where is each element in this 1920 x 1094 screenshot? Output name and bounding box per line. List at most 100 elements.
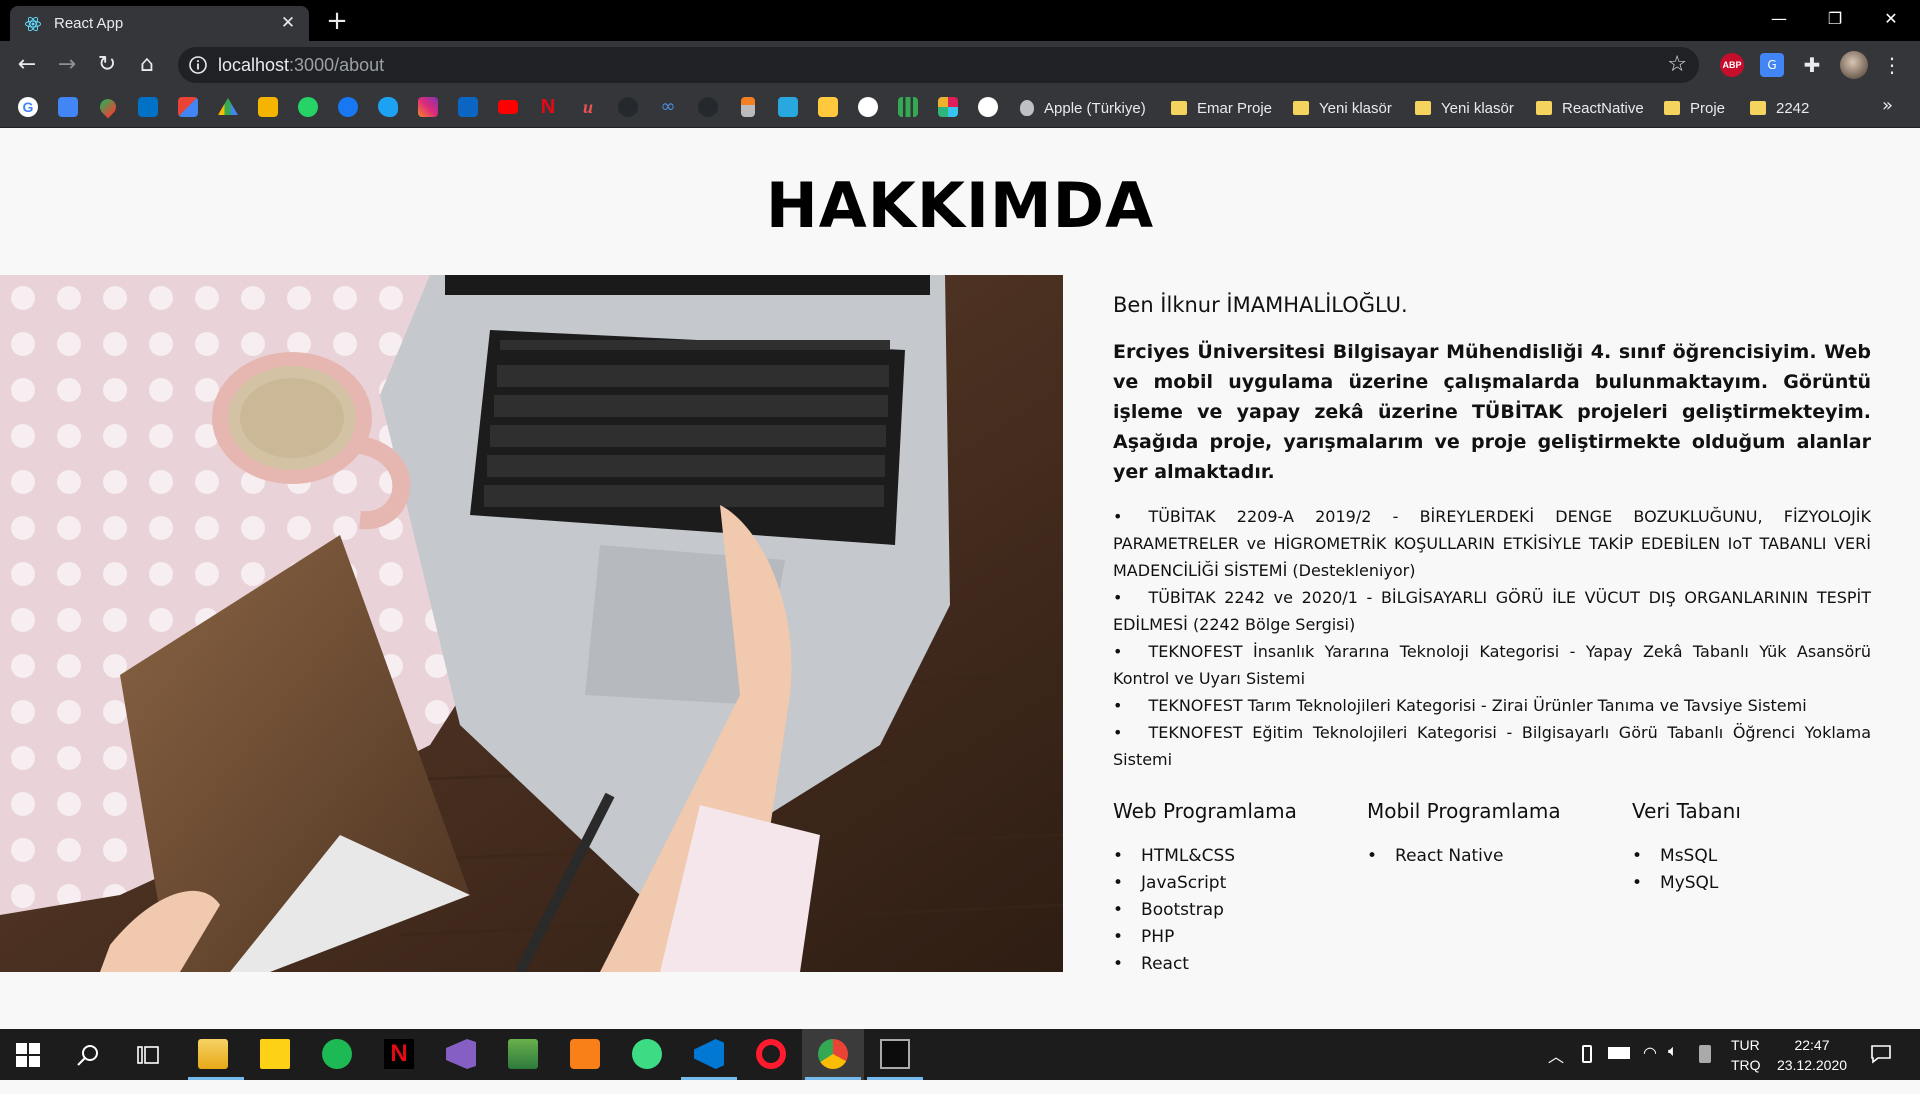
bookmark-folder-proje[interactable]: Proje <box>1664 97 1725 119</box>
bookmark-star-icon[interactable]: ☆ <box>1667 52 1687 77</box>
windows-taskbar: N ︿ ◠ 🔈︎ TUR TRQ 22:47 23.12.2020 <box>0 1029 1920 1080</box>
bookmarks-overflow-button[interactable]: » <box>1882 95 1893 116</box>
netflix-icon[interactable]: N <box>538 97 558 117</box>
image-editor-icon[interactable] <box>508 1039 538 1069</box>
list-item: PHP <box>1113 924 1367 951</box>
vscode-icon[interactable] <box>694 1039 724 1069</box>
google-translate-icon[interactable]: G <box>1760 53 1784 77</box>
info-icon[interactable] <box>188 55 208 75</box>
list-item: JavaScript <box>1113 870 1367 897</box>
instagram-icon[interactable] <box>418 97 438 117</box>
android-studio-icon[interactable] <box>632 1039 662 1069</box>
bookmark-label: Yeni klasör <box>1319 99 1392 117</box>
bookmark-apple[interactable]: Apple (Türkiye) <box>1020 97 1146 119</box>
bookmark-folder-yeni-1[interactable]: Yeni klasör <box>1293 97 1392 119</box>
clock[interactable]: 22:47 23.12.2020 <box>1776 1035 1848 1086</box>
analytics-icon[interactable] <box>898 97 918 117</box>
task-view-icon[interactable] <box>136 1043 160 1067</box>
list-item: MySQL <box>1632 870 1832 897</box>
netflix-app-icon[interactable]: N <box>384 1039 414 1069</box>
sublime-text-icon[interactable] <box>570 1039 600 1069</box>
bookmark-label: Emar Proje <box>1197 99 1273 117</box>
spotify-icon[interactable] <box>322 1039 352 1069</box>
globe-icon[interactable] <box>858 97 878 117</box>
drive-icon[interactable] <box>218 98 238 115</box>
maps-icon[interactable] <box>96 95 120 119</box>
sticky-notes-icon[interactable] <box>260 1039 290 1069</box>
windows-start-icon[interactable] <box>16 1043 40 1067</box>
whatsapp-icon[interactable] <box>298 97 318 117</box>
emoji-icon[interactable] <box>818 97 838 117</box>
terminal-icon[interactable] <box>880 1039 910 1069</box>
bookmark-folder-yeni-2[interactable]: Yeni klasör <box>1415 97 1514 119</box>
notifications-icon[interactable] <box>1870 1044 1892 1064</box>
bookmark-label: 2242 <box>1776 99 1810 117</box>
show-hidden-icons-button[interactable]: ︿ <box>1548 1043 1564 1094</box>
close-window-button[interactable]: ✕ <box>1863 0 1919 38</box>
hackerrank-icon[interactable] <box>778 97 798 117</box>
wifi-icon[interactable]: ◠ <box>1643 1043 1657 1094</box>
back-icon[interactable]: ← <box>12 50 42 80</box>
skill-heading: Mobil Programlama <box>1367 799 1561 823</box>
address-bar[interactable]: localhost:3000/about ☆ <box>178 47 1699 83</box>
bookmark-folder-reactnative[interactable]: ReactNative <box>1536 97 1644 119</box>
outlook-icon[interactable] <box>138 97 158 117</box>
slack-icon[interactable] <box>938 97 958 117</box>
list-item: TEKNOFEST Eğitim Teknolojileri Kategoris… <box>1113 719 1871 773</box>
language-indicator[interactable]: TUR TRQ <box>1731 1035 1761 1086</box>
gmail-icon[interactable] <box>178 97 198 117</box>
opera-icon[interactable] <box>756 1039 786 1069</box>
youtube-icon[interactable] <box>498 100 518 114</box>
stackoverflow-icon[interactable] <box>741 97 755 117</box>
browser-menu-icon[interactable]: ⋮ <box>1880 53 1904 77</box>
battery-icon[interactable] <box>1608 1047 1630 1059</box>
bookmark-label: Yeni klasör <box>1441 99 1514 117</box>
usb-device-icon[interactable] <box>1582 1045 1592 1063</box>
twitter-icon[interactable] <box>378 97 398 117</box>
keyboard-layout: TRQ <box>1731 1057 1761 1073</box>
home-icon[interactable]: ⌂ <box>132 50 162 80</box>
browser-tab[interactable]: React App ✕ <box>10 6 309 41</box>
linkedin-icon[interactable] <box>458 97 478 117</box>
tab-close-icon[interactable]: ✕ <box>277 12 299 34</box>
list-item: Bootstrap <box>1113 897 1367 924</box>
project-list: TÜBİTAK 2209-A 2019/2 - BİREYLERDEKİ DEN… <box>1113 503 1871 773</box>
bookmark-folder-emar[interactable]: Emar Proje <box>1171 97 1272 119</box>
github-icon-2[interactable] <box>698 97 718 117</box>
chrome-icon[interactable] <box>818 1039 848 1069</box>
list-item: React <box>1113 951 1367 978</box>
translate-icon[interactable] <box>58 97 78 117</box>
google-icon[interactable]: G <box>18 97 38 117</box>
visual-studio-icon[interactable] <box>446 1039 476 1069</box>
forward-icon[interactable]: → <box>52 50 82 80</box>
globe-icon-2[interactable] <box>978 97 998 117</box>
browser-tab-strip: React App ✕ + — ❐ ✕ <box>0 0 1920 41</box>
udemy-icon[interactable]: u <box>578 97 598 117</box>
github-icon[interactable] <box>618 97 638 117</box>
infinity-icon[interactable]: ∞ <box>658 97 678 117</box>
folder-icon <box>1750 101 1766 115</box>
photos-icon[interactable] <box>258 97 278 117</box>
skill-column-mobile: Mobil Programlama React Native <box>1367 799 1632 978</box>
profile-avatar[interactable] <box>1840 51 1868 79</box>
adblock-icon[interactable]: ABP <box>1720 53 1744 77</box>
maximize-button[interactable]: ❐ <box>1807 0 1863 38</box>
skills-section: Web Programlama HTML&CSS JavaScript Boot… <box>1113 799 1871 978</box>
volume-icon[interactable]: 🔈︎ <box>1668 1043 1678 1094</box>
browser-toolbar: ← → ↻ ⌂ localhost:3000/about ☆ ABP G ✚ ⋮ <box>0 41 1920 88</box>
reload-icon[interactable]: ↻ <box>92 50 122 80</box>
intro-name: Ben İlknur İMAMHALİLOĞLU. <box>1113 293 1408 317</box>
search-icon[interactable] <box>76 1043 100 1067</box>
new-tab-button[interactable]: + <box>322 8 352 38</box>
file-explorer-icon[interactable] <box>198 1039 228 1069</box>
bookmark-folder-2242[interactable]: 2242 <box>1750 97 1809 119</box>
tab-title: React App <box>54 15 124 32</box>
folder-icon <box>1664 101 1680 115</box>
minimize-button[interactable]: — <box>1751 0 1807 38</box>
url-text[interactable]: localhost:3000/about <box>218 55 384 76</box>
list-item: TÜBİTAK 2209-A 2019/2 - BİREYLERDEKİ DEN… <box>1113 503 1871 584</box>
facebook-icon[interactable] <box>338 97 358 117</box>
keyboard-device-icon[interactable] <box>1699 1045 1711 1063</box>
extensions-puzzle-icon[interactable]: ✚ <box>1800 53 1824 77</box>
about-content: Ben İlknur İMAMHALİLOĞLU. Erciyes Üniver… <box>1113 293 1871 978</box>
